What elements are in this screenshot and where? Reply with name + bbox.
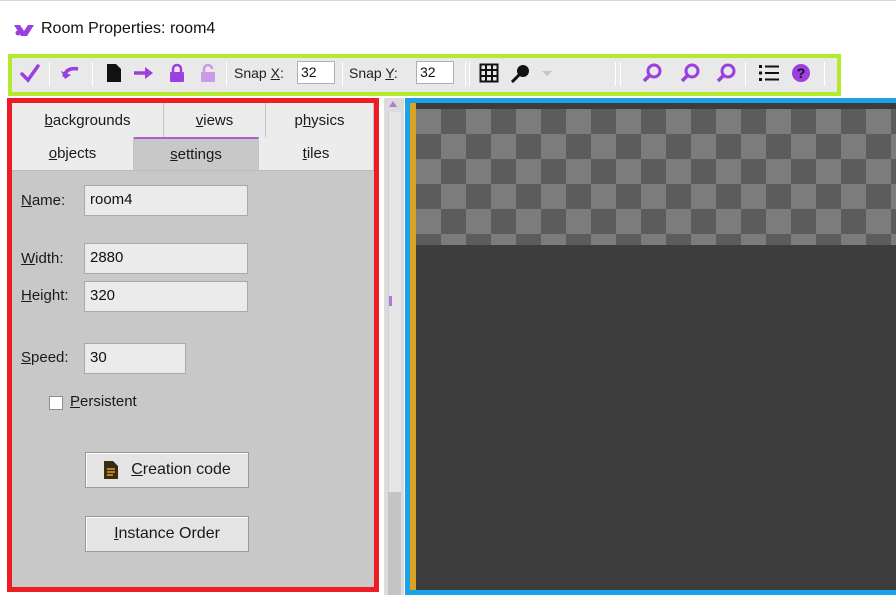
- tab-label: tiles: [302, 145, 330, 162]
- toolbar-separator: [226, 62, 227, 86]
- room-width-input[interactable]: 2880: [84, 243, 248, 274]
- collapse-arrow-icon: [389, 101, 397, 107]
- clear-button[interactable]: [102, 60, 126, 86]
- shift-arrow-icon: [134, 67, 153, 79]
- splitter-grip[interactable]: [389, 296, 392, 306]
- tab-settings[interactable]: settings: [134, 137, 259, 170]
- help-button[interactable]: ?: [788, 60, 814, 86]
- room-speed-input[interactable]: 30: [84, 343, 186, 374]
- tab-label: objects: [48, 145, 97, 162]
- room-outside-area: [416, 109, 896, 245]
- room-properties-panel: backgrounds views physics objects settin…: [7, 98, 379, 592]
- toolbar-separator: [92, 62, 93, 86]
- speed-label: Speed:: [21, 349, 69, 366]
- magnifier-icon: [510, 65, 529, 83]
- list-icon: [759, 65, 779, 81]
- persistent-label: Persistent: [70, 393, 137, 410]
- tab-objects[interactable]: objects: [12, 137, 134, 170]
- unlock-button[interactable]: [195, 60, 221, 86]
- tab-label: settings: [170, 146, 222, 163]
- toolbar-separator: [469, 62, 470, 86]
- zoom-dropdown[interactable]: [510, 60, 560, 86]
- toolbar-separator: [342, 62, 343, 86]
- undo-button[interactable]: [58, 60, 84, 86]
- tab-label: backgrounds: [44, 111, 131, 129]
- instance-order-button[interactable]: Instance Order: [85, 516, 249, 552]
- toolbar-separator: [615, 62, 616, 86]
- name-label: Name:: [21, 192, 66, 209]
- snap-y-label: Snap Y:: [349, 65, 398, 81]
- tab-physics[interactable]: physics: [266, 103, 374, 137]
- unlock-icon: [201, 63, 215, 82]
- room-name-input[interactable]: room4: [84, 185, 248, 216]
- panel-splitter[interactable]: [384, 98, 404, 595]
- room-canvas[interactable]: [405, 98, 896, 595]
- tab-tiles[interactable]: tiles: [259, 137, 374, 170]
- splitter-lower: [388, 492, 401, 595]
- toolbar-separator: [824, 62, 825, 86]
- ok-check-icon: [20, 64, 40, 83]
- window-title: Room Properties: room4: [41, 20, 216, 37]
- ok-button[interactable]: [18, 60, 42, 86]
- room-height-input[interactable]: 320: [84, 281, 248, 312]
- help-icon: ?: [792, 64, 810, 82]
- chevron-down-icon: [542, 71, 552, 76]
- tab-row-1: backgrounds views physics: [12, 103, 374, 137]
- toolbar-separator: [745, 62, 746, 86]
- height-label: Height:: [21, 287, 69, 304]
- shift-instances-button[interactable]: [130, 60, 158, 86]
- clear-document-icon: [107, 64, 121, 82]
- persistent-checkbox[interactable]: [49, 396, 63, 410]
- tab-label: physics: [294, 111, 345, 129]
- snap-x-label: Snap X:: [234, 65, 284, 81]
- width-label: Width:: [21, 250, 64, 267]
- title-bar: Room Properties: room4: [0, 0, 896, 50]
- zoom-in-icon: [716, 63, 736, 83]
- tab-label: views: [195, 111, 234, 129]
- grid-toggle-button[interactable]: [476, 60, 502, 86]
- zoom-normal-icon: [680, 63, 700, 83]
- instance-order-label: Instance Order: [114, 525, 220, 542]
- snap-x-input[interactable]: 32: [297, 61, 335, 84]
- creation-code-label: Creation code: [131, 461, 231, 478]
- snap-y-input[interactable]: 32: [416, 61, 454, 84]
- zoom-normal-button[interactable]: [677, 60, 703, 86]
- toolbar-separator: [465, 62, 466, 86]
- script-document-icon: [104, 461, 119, 479]
- undo-icon: [61, 66, 79, 79]
- room-area[interactable]: [416, 245, 896, 590]
- svg-text:?: ?: [797, 65, 806, 81]
- toolbar: Snap X: 32 Snap Y: 32 ?: [8, 54, 841, 96]
- list-button[interactable]: [756, 60, 782, 86]
- grid-icon: [479, 63, 499, 83]
- tab-backgrounds[interactable]: backgrounds: [12, 103, 164, 137]
- creation-code-button[interactable]: Creation code: [85, 452, 249, 488]
- lock-icon: [170, 63, 184, 82]
- toolbar-body: Snap X: 32 Snap Y: 32 ?: [12, 58, 837, 92]
- tab-row-2: objects settings tiles: [12, 137, 374, 171]
- tab-views[interactable]: views: [164, 103, 266, 137]
- app-logo-icon: [14, 25, 34, 36]
- lock-button[interactable]: [164, 60, 190, 86]
- toolbar-separator: [620, 62, 621, 86]
- zoom-out-button[interactable]: [639, 60, 665, 86]
- toolbar-separator: [49, 62, 50, 86]
- zoom-out-icon: [642, 63, 662, 83]
- zoom-in-button[interactable]: [713, 60, 739, 86]
